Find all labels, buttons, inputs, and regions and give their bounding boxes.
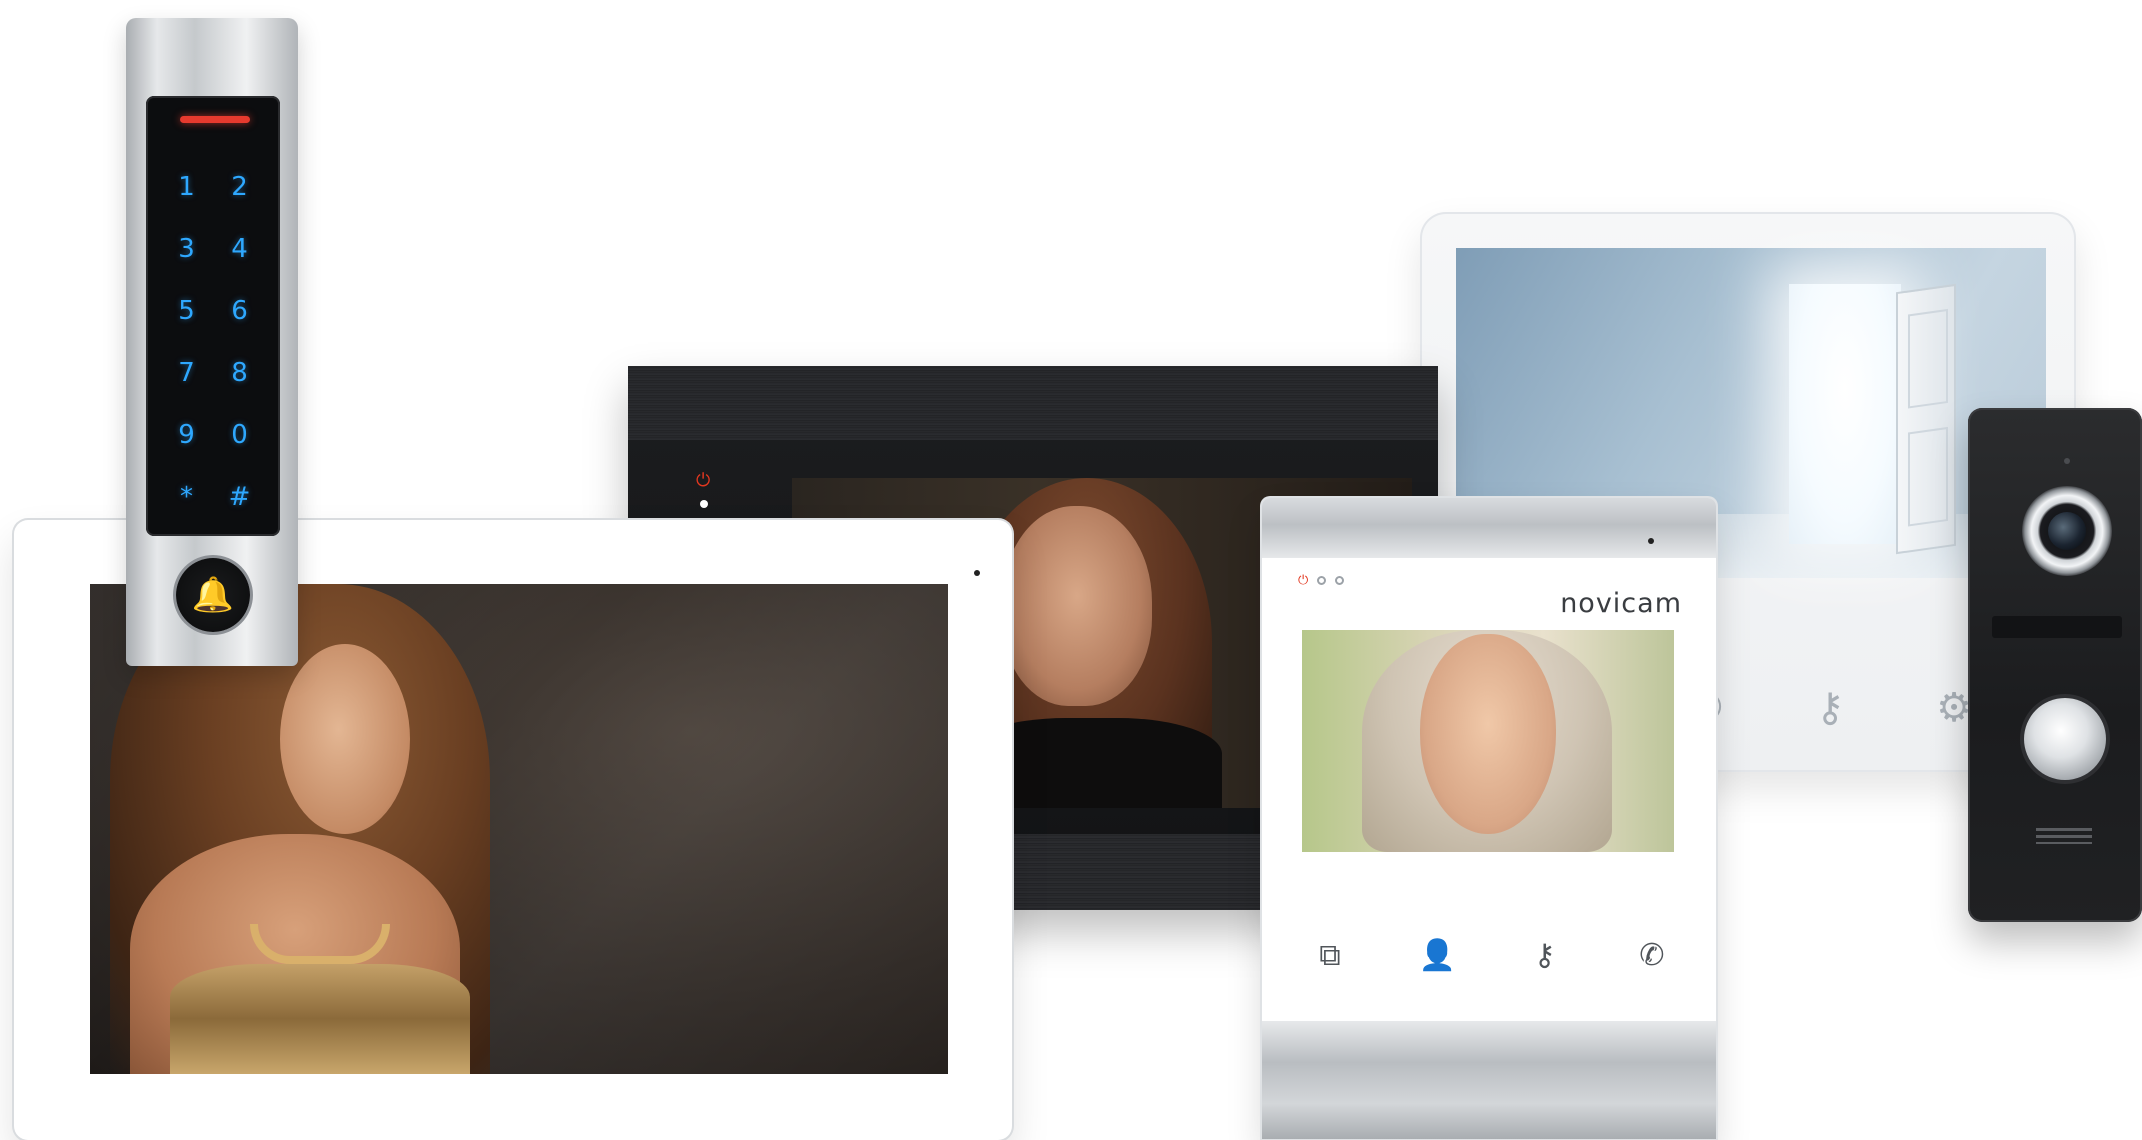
brand-logo: novicam (1560, 588, 1682, 619)
key-hash[interactable]: # (213, 466, 266, 528)
open-doorway (1789, 284, 1901, 544)
status-led (1335, 576, 1345, 585)
small-monitor: ⏻ novicam ⧉ 👤 ⚷ ✆ (1262, 498, 1716, 1139)
key-9[interactable]: 9 (160, 404, 213, 466)
key-0[interactable]: 0 (213, 404, 266, 466)
key-1[interactable]: 1 (160, 156, 213, 218)
speaker-grille (2036, 828, 2092, 844)
black-monitor-top-trim (628, 366, 1438, 440)
portrait-necklace (250, 924, 390, 964)
power-icon[interactable]: ⏻ (1298, 574, 1308, 587)
status-led (1317, 576, 1327, 585)
handset-icon[interactable]: ✆ (1628, 936, 1676, 976)
keypad-panel: 1 2 3 4 5 6 7 8 9 0 * # (146, 96, 280, 536)
portrait-icon[interactable]: 👤 (1413, 936, 1461, 976)
camera-dot (1648, 538, 1654, 544)
status-led (700, 500, 708, 508)
key-6[interactable]: 6 (213, 280, 266, 342)
key-icon[interactable]: ⚷ (1521, 936, 1569, 976)
small-monitor-leds: ⏻ (1298, 574, 1345, 587)
portrait-face (1002, 506, 1152, 706)
key-5[interactable]: 5 (160, 280, 213, 342)
key-8[interactable]: 8 (213, 342, 266, 404)
small-monitor-screen (1302, 630, 1674, 852)
call-button[interactable] (2024, 698, 2106, 780)
monitor-switch-icon[interactable]: ⧉ (1306, 936, 1354, 976)
bell-icon[interactable]: 🔔 (176, 558, 250, 632)
small-monitor-top-trim (1262, 498, 1716, 558)
key-star[interactable]: * (160, 466, 213, 528)
camera-dot (2064, 458, 2070, 464)
camera-dot (974, 570, 980, 576)
small-monitor-button-row: ⧉ 👤 ⚷ ✆ (1306, 934, 1676, 978)
key-3[interactable]: 3 (160, 218, 213, 280)
key-4[interactable]: 4 (213, 218, 266, 280)
portrait-face (1420, 634, 1556, 834)
portrait-dress (170, 964, 470, 1074)
key-2[interactable]: 2 (213, 156, 266, 218)
camera-lens-icon (2048, 512, 2086, 550)
key-icon[interactable]: ⚷ (1804, 682, 1856, 734)
key-7[interactable]: 7 (160, 342, 213, 404)
keypad-reader: 1 2 3 4 5 6 7 8 9 0 * # 🔔 (126, 18, 298, 666)
power-icon[interactable]: ⏻ (696, 472, 710, 490)
status-indicator-bar (180, 116, 250, 123)
door-station (1968, 408, 2142, 922)
keypad-keys: 1 2 3 4 5 6 7 8 9 0 * # (160, 156, 266, 516)
small-monitor-bottom-trim (1262, 1021, 1716, 1139)
door-leaf (1896, 283, 1956, 555)
portrait-face (280, 644, 410, 834)
ir-led-strip (1992, 616, 2122, 638)
